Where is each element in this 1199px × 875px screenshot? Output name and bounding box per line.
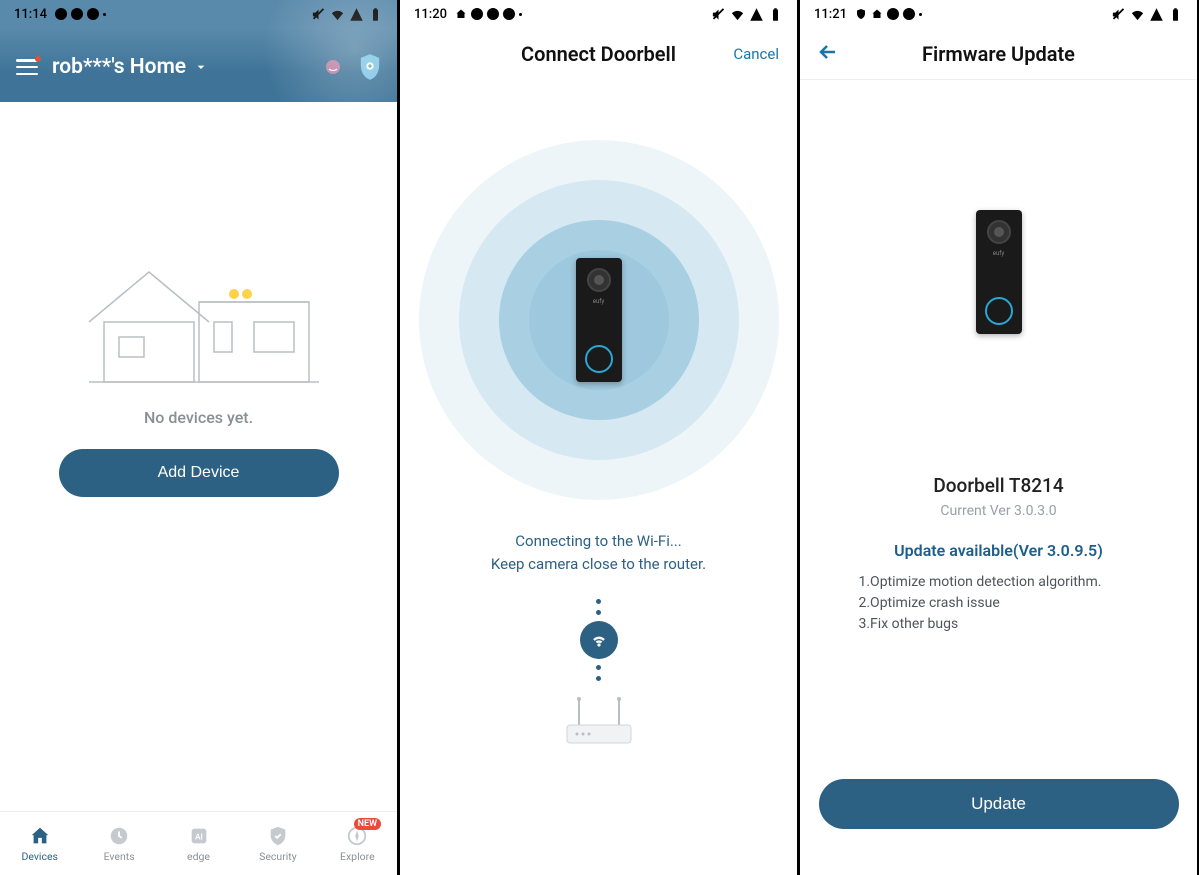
facebook-icon [87, 8, 99, 20]
update-available-label: Update available(Ver 3.0.9.5) [894, 541, 1103, 560]
changelog: 1.Optimize motion detection algorithm. 2… [859, 572, 1139, 635]
arrow-left-icon [816, 40, 840, 64]
router-icon [559, 697, 639, 749]
status-time: 11:21 [814, 7, 847, 22]
new-badge: NEW [354, 818, 381, 830]
status-system-icons [711, 7, 783, 22]
battery-icon [768, 7, 783, 22]
ai-icon: AI [188, 825, 210, 847]
menu-icon[interactable] [16, 59, 38, 75]
home-icon [29, 825, 51, 847]
more-icon [519, 13, 522, 16]
home-small-icon [455, 8, 467, 20]
wifi-icon [730, 7, 745, 22]
house-illustration [59, 222, 339, 402]
title-bar: Connect Doorbell Cancel [400, 28, 797, 80]
changelog-item: 1.Optimize motion detection algorithm. [859, 572, 1139, 593]
chevron-down-icon [193, 59, 209, 75]
facebook-icon [887, 8, 899, 20]
current-version: Current Ver 3.0.3.0 [940, 503, 1056, 519]
update-button[interactable]: Update [819, 779, 1179, 829]
connection-chain [559, 599, 639, 749]
screen-home: 11:14 rob***'s Home [0, 0, 397, 875]
svg-text:AI: AI [195, 832, 203, 842]
mute-icon [711, 7, 726, 22]
add-device-button[interactable]: Add Device [59, 449, 339, 497]
status-line-2: Keep camera close to the router. [491, 553, 706, 576]
connecting-status: Connecting to the Wi-Fi... Keep camera c… [491, 530, 706, 575]
title-bar: Firmware Update [800, 28, 1197, 80]
connect-body: eufy Connecting to the Wi-Fi... Keep cam… [400, 80, 797, 875]
mute-icon [1111, 7, 1126, 22]
page-title: Connect Doorbell [521, 42, 676, 66]
status-time: 11:20 [414, 7, 447, 22]
battery-icon [1168, 7, 1183, 22]
doorbell-device-image: eufy [576, 258, 622, 382]
more-icon [103, 13, 106, 16]
page-title: Firmware Update [922, 42, 1075, 66]
status-time: 11:14 [14, 7, 47, 22]
nav-devices[interactable]: Devices [0, 812, 79, 875]
facebook-icon [503, 8, 515, 20]
wifi-icon [1130, 7, 1145, 22]
status-bar: 11:20 [400, 0, 797, 28]
clock-icon [108, 825, 130, 847]
status-app-icons [55, 8, 106, 20]
home-small-icon [871, 8, 883, 20]
nav-label: edge [187, 850, 210, 863]
facebook-icon [903, 8, 915, 20]
pulse-animation: eufy [419, 140, 779, 500]
screen-connect-doorbell: 11:20 Connect Doorbell Cancel [400, 0, 797, 875]
signal-icon [1149, 7, 1164, 22]
firmware-body: eufy Doorbell T8214 Current Ver 3.0.3.0 … [800, 80, 1197, 875]
empty-state-text: No devices yet. [144, 408, 253, 427]
doorbell-device-image: eufy [976, 210, 1022, 334]
nav-security[interactable]: Security [238, 812, 317, 875]
status-bar: 11:21 [800, 0, 1197, 28]
nav-label: Explore [340, 850, 375, 863]
notification-dot [35, 56, 41, 62]
facebook-icon [471, 8, 483, 20]
facebook-icon [71, 8, 83, 20]
facebook-icon [487, 8, 499, 20]
more-icon [919, 13, 922, 16]
back-button[interactable] [816, 40, 840, 68]
status-system-icons [1111, 7, 1183, 22]
nav-label: Events [104, 850, 135, 863]
status-app-icons [455, 8, 522, 20]
status-app-icons [855, 8, 922, 20]
bottom-nav: Devices Events AI edge Security NEW Expl… [0, 811, 397, 875]
home-body: No devices yet. Add Device [0, 102, 397, 811]
facebook-icon [55, 8, 67, 20]
signal-icon [749, 7, 764, 22]
nav-events[interactable]: Events [79, 812, 158, 875]
home-name-label: rob***'s Home [52, 55, 186, 79]
shield-icon [267, 825, 289, 847]
shield-small-icon [855, 8, 867, 20]
screen-firmware-update: 11:21 Firmware Update eufy D [800, 0, 1197, 875]
nav-label: Security [259, 850, 297, 863]
changelog-item: 3.Fix other bugs [859, 614, 1139, 635]
changelog-item: 2.Optimize crash issue [859, 593, 1139, 614]
nav-label: Devices [21, 850, 58, 863]
nav-edge[interactable]: AI edge [159, 812, 238, 875]
wifi-icon [580, 621, 618, 659]
app-header: rob***'s Home [0, 28, 397, 102]
cancel-button[interactable]: Cancel [733, 45, 779, 63]
status-line-1: Connecting to the Wi-Fi... [491, 530, 706, 553]
nav-explore[interactable]: NEW Explore [318, 812, 397, 875]
device-name: Doorbell T8214 [933, 474, 1063, 497]
